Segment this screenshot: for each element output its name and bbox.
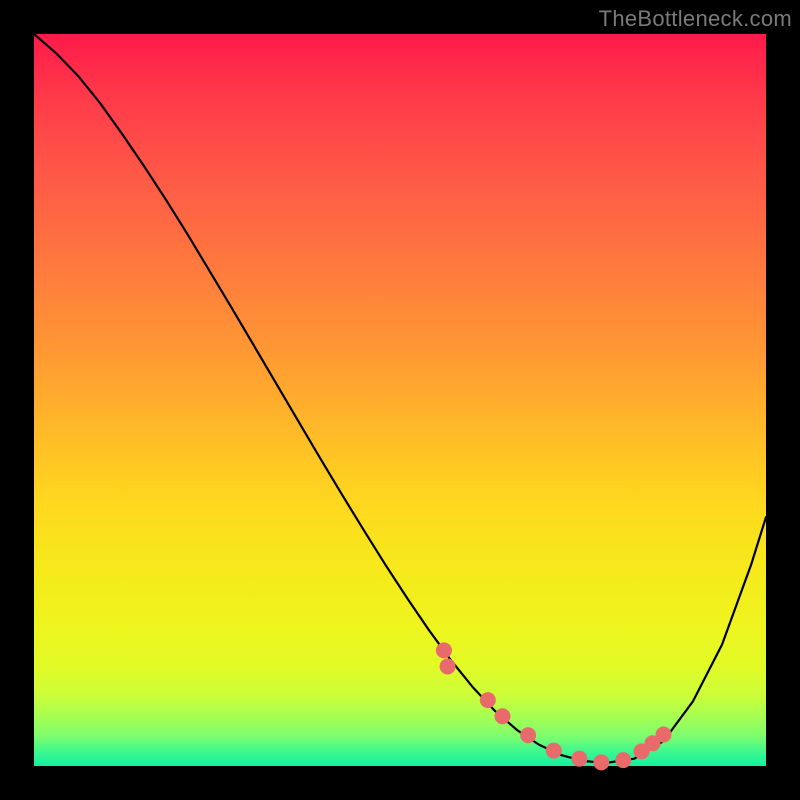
chart-svg: [34, 34, 766, 766]
curve-marker: [436, 642, 452, 658]
curve-marker: [546, 743, 562, 759]
curve-marker: [656, 727, 672, 743]
curve-marker: [440, 658, 456, 674]
curve-marker: [480, 692, 496, 708]
curve-marker: [615, 752, 631, 768]
curve-marker-group: [436, 642, 672, 770]
curve-marker: [520, 727, 536, 743]
curve-marker: [593, 754, 609, 770]
curve-marker: [571, 751, 587, 767]
chart-frame: TheBottleneck.com: [0, 0, 800, 800]
watermark-text: TheBottleneck.com: [599, 6, 792, 32]
bottleneck-curve: [34, 34, 766, 763]
curve-marker: [494, 708, 510, 724]
